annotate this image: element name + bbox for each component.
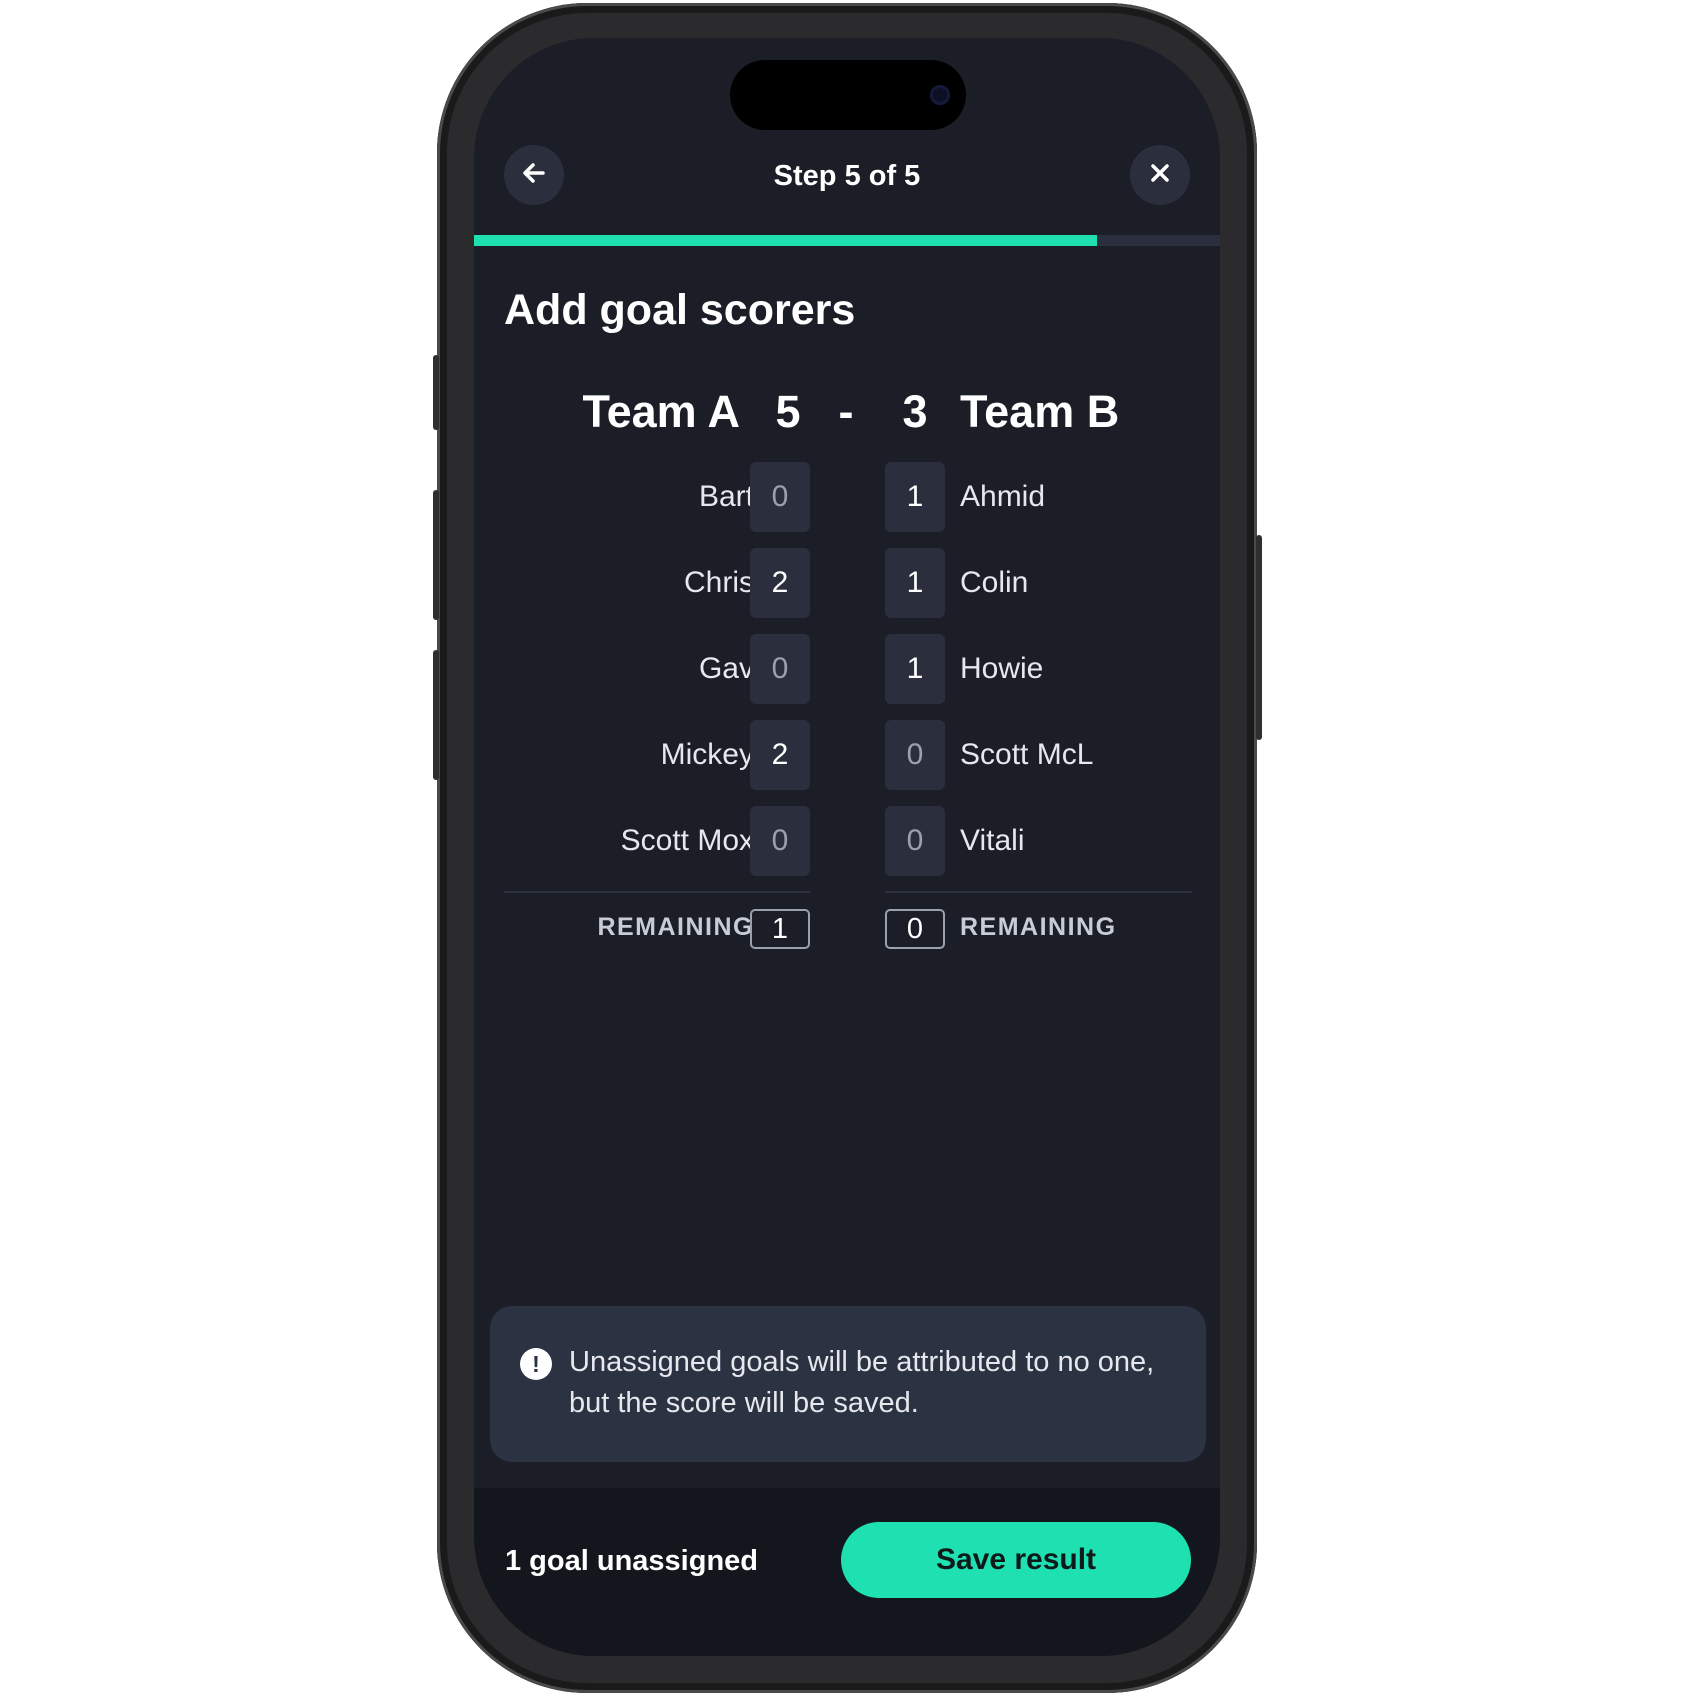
team-b-remaining-count: 0	[885, 909, 945, 949]
close-icon	[1149, 162, 1171, 189]
score-separator: -	[838, 386, 854, 437]
dynamic-island	[730, 60, 966, 130]
team-b-remaining-label: REMAINING	[960, 913, 1117, 941]
phone-volume-up-button	[433, 490, 439, 620]
team-b-player-name: Ahmid	[960, 480, 1046, 513]
team-a-player-name: Scott Mox	[620, 824, 754, 857]
team-b-name: Team B	[960, 386, 1120, 437]
player-row-1: Bart 0 1 Ahmid	[474, 462, 1220, 532]
player-row-4: Mickey 2 0 Scott McL	[474, 720, 1220, 790]
team-a-goal-input[interactable]: 2	[750, 720, 810, 790]
team-a-divider	[504, 891, 810, 893]
save-result-button[interactable]: Save result	[841, 1522, 1191, 1598]
team-b-divider	[885, 891, 1192, 893]
team-a-goal-input[interactable]: 2	[750, 548, 810, 618]
team-a-player-name: Mickey	[660, 738, 754, 771]
team-b-player-name: Vitali	[960, 824, 1025, 857]
player-row-5: Scott Mox 0 0 Vitali	[474, 806, 1220, 876]
team-b-goal-input[interactable]: 1	[885, 462, 945, 532]
footer-bar: 1 goal unassigned Save result	[474, 1488, 1220, 1656]
step-indicator: Step 5 of 5	[773, 160, 921, 192]
progress-bar	[474, 235, 1220, 246]
team-b-score: 3	[902, 386, 928, 437]
player-row-2: Chris 2 1 Colin	[474, 548, 1220, 618]
close-button[interactable]	[1130, 145, 1190, 205]
team-a-player-name: Gav	[698, 652, 754, 685]
app-screen: Step 5 of 5 Add goal scorers Team A 5 - …	[474, 38, 1220, 1656]
phone-side-button	[433, 355, 439, 430]
page-title: Add goal scorers	[504, 286, 856, 334]
unassigned-status: 1 goal unassigned	[505, 1545, 758, 1577]
team-b-player-name: Howie	[960, 652, 1044, 685]
team-a-player-name: Chris	[683, 566, 754, 599]
team-a-goal-input[interactable]: 0	[750, 806, 810, 876]
phone-volume-down-button	[433, 650, 439, 780]
team-a-player-name: Bart	[698, 480, 754, 513]
team-a-remaining-count: 1	[750, 909, 810, 949]
team-b-player-name: Scott McL	[960, 738, 1094, 771]
team-a-name: Team A	[582, 386, 740, 437]
notice-text: Unassigned goals will be attributed to n…	[569, 1346, 1155, 1419]
unassigned-goals-notice: ! Unassigned goals will be attributed to…	[490, 1306, 1206, 1462]
team-b-goal-input[interactable]: 1	[885, 634, 945, 704]
team-a-goal-input[interactable]: 0	[750, 462, 810, 532]
team-a-remaining-label: REMAINING	[597, 913, 754, 941]
team-b-goal-input[interactable]: 1	[885, 548, 945, 618]
team-a-score: 5	[775, 386, 801, 437]
player-row-3: Gav 0 1 Howie	[474, 634, 1220, 704]
progress-bar-fill	[474, 235, 1097, 246]
team-b-goal-input[interactable]: 0	[885, 720, 945, 790]
phone-power-button	[1256, 535, 1262, 740]
exclamation-circle-icon: !	[520, 1348, 552, 1380]
match-score: Team A 5 - 3 Team B	[474, 382, 1220, 442]
team-b-player-name: Colin	[960, 566, 1029, 599]
camera-icon	[930, 85, 950, 105]
team-a-goal-input[interactable]: 0	[750, 634, 810, 704]
team-b-goal-input[interactable]: 0	[885, 806, 945, 876]
